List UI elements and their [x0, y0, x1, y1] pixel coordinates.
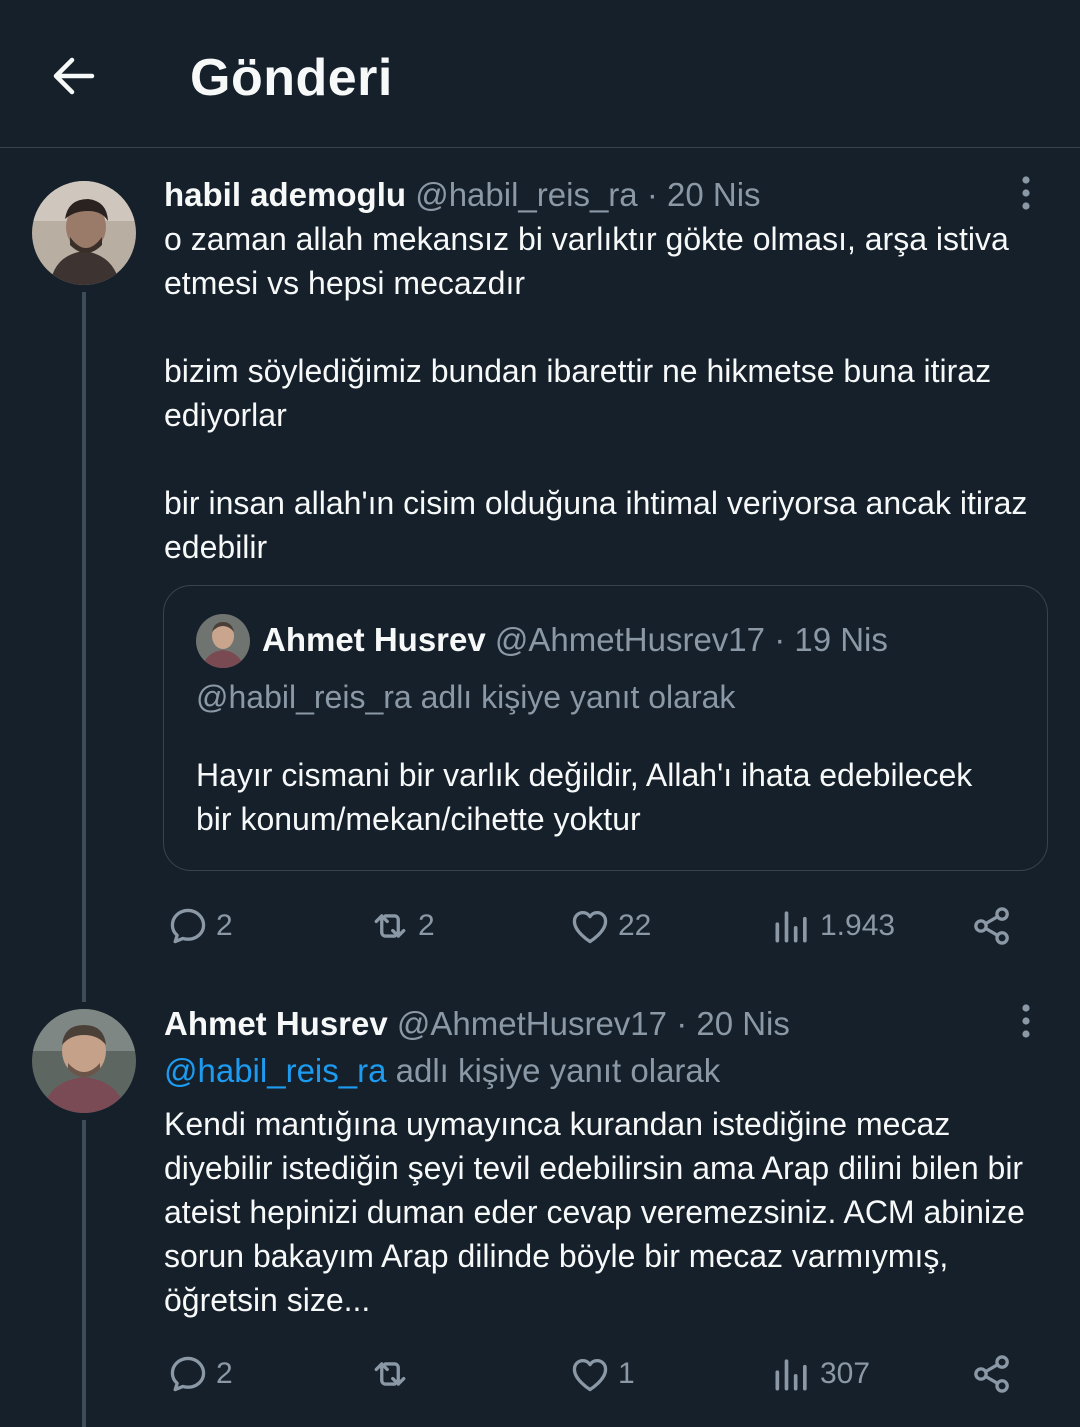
post-header: habil ademoglu @habil_reis_ra · 20 Nis [164, 176, 761, 214]
reply-context-text: adlı kişiye yanıt olarak [395, 1052, 721, 1089]
post-actions: 2 2 22 1.943 [0, 898, 1080, 954]
view-count: 1.943 [820, 909, 896, 942]
avatar-habil-ademoglu[interactable] [32, 181, 136, 285]
repost-button[interactable] [368, 1346, 418, 1402]
post-paragraph: bizim söylediğimiz bundan ibarettir ne h… [164, 353, 992, 433]
quoted-author-handle: @AhmetHusrev17 [494, 621, 766, 658]
thread-line [82, 292, 86, 1002]
repost-icon [374, 1362, 406, 1386]
author-name[interactable]: habil ademoglu [164, 176, 406, 213]
reply-count: 2 [216, 1357, 233, 1390]
share-button[interactable] [970, 1346, 1014, 1402]
repost-count: 2 [418, 909, 435, 942]
more-options-icon[interactable] [1010, 1002, 1042, 1042]
post-paragraph: o zaman allah mekansız bi varlıktır gökt… [164, 221, 1009, 301]
quoted-post-text: Hayır cismani bir varlık değildir, Allah… [196, 757, 973, 837]
post-paragraph: bir insan allah'ın cisim olduğuna ihtima… [164, 485, 1028, 565]
reply-icon [170, 908, 206, 944]
post-actions: 2 1 307 [0, 1346, 1080, 1402]
quoted-post-header: Ahmet Husrev @AhmetHusrev17 · 19 Nis [262, 621, 888, 659]
reply-count: 2 [216, 909, 233, 942]
mention-link[interactable]: @habil_reis_ra [164, 1052, 386, 1089]
more-options-icon[interactable] [1010, 174, 1042, 214]
quoted-post[interactable]: Ahmet Husrev @AhmetHusrev17 · 19 Nis @ha… [163, 585, 1048, 871]
top-bar: Gönderi [0, 0, 1080, 148]
view-count: 307 [820, 1357, 871, 1390]
author-handle[interactable]: @AhmetHusrev17 [397, 1005, 667, 1042]
views-button[interactable]: 1.943 [770, 898, 895, 954]
repost-icon [374, 914, 406, 938]
quoted-reply-context: @habil_reis_ra adlı kişiye yanıt olarak [196, 679, 736, 715]
avatar-ahmet-husrev [196, 614, 250, 668]
views-chart-icon [775, 1359, 807, 1391]
page-title: Gönderi [190, 49, 393, 107]
avatar-ahmet-husrev[interactable] [32, 1009, 136, 1113]
back-arrow-icon[interactable] [48, 50, 100, 102]
like-count: 22 [618, 909, 652, 942]
heart-icon [572, 1358, 608, 1392]
post-text: Kendi mantığına uymayınca kurandan isted… [164, 1106, 1025, 1318]
reply-button[interactable]: 2 [166, 1346, 233, 1402]
post-header: Ahmet Husrev @AhmetHusrev17 · 20 Nis [164, 1005, 790, 1043]
reply-icon [170, 1356, 206, 1392]
quoted-author-name: Ahmet Husrev [262, 621, 486, 658]
reply-context: @habil_reis_ra adlı kişiye yanıt olarak [164, 1052, 720, 1090]
post-date[interactable]: · 20 Nis [676, 1005, 790, 1042]
post-text: o zaman allah mekansız bi varlıktır gökt… [164, 217, 1054, 569]
post-date[interactable]: · 20 Nis [647, 176, 761, 213]
repost-button[interactable]: 2 [368, 898, 435, 954]
like-button[interactable]: 1 [568, 1346, 635, 1402]
heart-icon [572, 910, 608, 944]
like-button[interactable]: 22 [568, 898, 651, 954]
reply-button[interactable]: 2 [166, 898, 233, 954]
quoted-post-date: · 19 Nis [774, 621, 888, 658]
views-button[interactable]: 307 [770, 1346, 870, 1402]
share-icon [974, 1355, 1009, 1393]
share-button[interactable] [970, 898, 1014, 954]
author-name[interactable]: Ahmet Husrev [164, 1005, 388, 1042]
share-icon [974, 907, 1009, 945]
author-handle[interactable]: @habil_reis_ra [415, 176, 637, 213]
like-count: 1 [618, 1357, 635, 1390]
views-chart-icon [775, 911, 807, 943]
